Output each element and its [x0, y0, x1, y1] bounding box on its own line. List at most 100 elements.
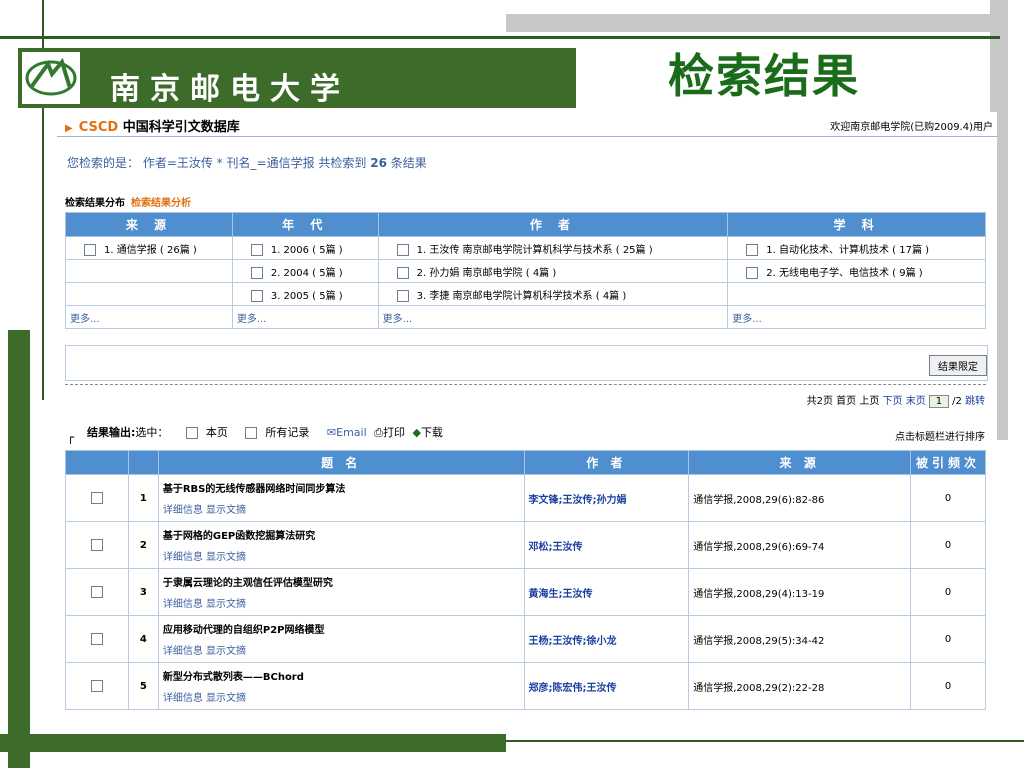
row-title-cell: 基于RBS的无线传感器网络时间同步算法 详细信息 显示文摘	[157, 474, 525, 522]
detail-link[interactable]: 详细信息	[163, 693, 203, 704]
row-title-cell: 新型分布式散列表——BChord 详细信息 显示文摘	[157, 662, 525, 710]
row-title[interactable]: 于隶属云理论的主观信任评估模型研究	[163, 574, 523, 589]
header-source[interactable]: 来 源	[688, 450, 912, 475]
abstract-link[interactable]: 显示文摘	[206, 646, 246, 657]
header-num-col	[127, 450, 159, 475]
next-page-link[interactable]: 下页	[883, 396, 903, 407]
row-authors[interactable]: 郑彦;陈宏伟;王汝传	[523, 662, 690, 710]
row-checkbox[interactable]	[90, 586, 103, 598]
row-title[interactable]: 基于网格的GEP函数挖掘算法研究	[163, 527, 523, 542]
row-cited: 0	[910, 568, 986, 616]
facet-header-subject[interactable]: 学 科	[727, 212, 986, 237]
more-link[interactable]: 更多...	[383, 314, 413, 325]
output-bar: ┌ 结果输出:选中： 本页 所有记录 ✉Email ⎙打印 ◆下载	[65, 424, 443, 444]
detail-link[interactable]: 详细信息	[163, 646, 203, 657]
email-link[interactable]: Email	[336, 426, 367, 439]
left-green-bar	[8, 330, 30, 768]
header-cited[interactable]: 被引频次	[910, 450, 986, 475]
page-input[interactable]: 1	[928, 395, 950, 408]
limit-results-button[interactable]: 结果限定	[929, 355, 987, 376]
database-bar: ▶ CSCD 中国科学引文数据库 欢迎南京邮电学院(已购2009.4)用户	[57, 112, 997, 137]
header-title[interactable]: 题 名	[157, 450, 525, 475]
checkbox[interactable]	[250, 243, 263, 256]
row-select	[65, 521, 129, 569]
detail-link[interactable]: 详细信息	[163, 552, 203, 563]
last-page-link[interactable]: 末页	[906, 396, 926, 407]
result-count: 26	[370, 156, 387, 170]
facet-year-2: 2. 2004 ( 5篇 )	[231, 259, 379, 283]
row-checkbox[interactable]	[90, 539, 103, 551]
checkbox[interactable]	[250, 289, 263, 302]
row-title[interactable]: 应用移动代理的自组织P2P网络模型	[163, 621, 523, 636]
facet-author-2: 2. 孙力娟 南京邮电学院 ( 4篇 )	[377, 259, 729, 283]
checkbox[interactable]	[396, 243, 409, 256]
facet-table: 来 源 年 代 作 者 学 科 1. 通信学报 ( 26篇 ) 1. 2006 …	[65, 212, 986, 329]
all-records-label: 所有记录	[265, 426, 310, 439]
more-link[interactable]: 更多...	[237, 314, 267, 325]
row-number: 4	[127, 615, 159, 663]
select-label: 选中：	[135, 426, 169, 439]
row-authors[interactable]: 邓松;王汝传	[523, 521, 690, 569]
prev-page-link[interactable]: 上页	[859, 396, 879, 407]
this-page-label: 本页	[205, 426, 228, 439]
pager: 共2页 首页 上页 下页 末页 1/2 跳转	[807, 392, 985, 408]
top-thin-line	[0, 36, 1000, 39]
row-source: 通信学报,2008,29(6):82-86	[688, 474, 912, 522]
row-checkbox[interactable]	[90, 492, 103, 504]
corner-arrow-icon: ┌	[67, 430, 75, 444]
print-icon[interactable]: ⎙	[374, 426, 383, 439]
first-page-link[interactable]: 首页	[836, 396, 856, 407]
checkbox[interactable]	[746, 266, 759, 279]
row-checkbox[interactable]	[90, 680, 103, 692]
checkbox[interactable]	[396, 289, 409, 302]
row-title[interactable]: 新型分布式散列表——BChord	[163, 668, 523, 683]
download-icon[interactable]: ◆	[412, 426, 420, 439]
table-row: 4 应用移动代理的自组织P2P网络模型 详细信息 显示文摘 王杨;王汝传;徐小龙…	[65, 615, 986, 663]
checkbox[interactable]	[84, 243, 96, 256]
header-authors[interactable]: 作 者	[523, 450, 690, 475]
output-label: 结果输出:	[87, 426, 136, 439]
facet-header-year[interactable]: 年 代	[231, 212, 379, 237]
checkbox[interactable]	[746, 243, 759, 256]
checkbox[interactable]	[396, 266, 409, 279]
row-title-cell: 于隶属云理论的主观信任评估模型研究 详细信息 显示文摘	[157, 568, 525, 616]
row-source: 通信学报,2008,29(6):69-74	[688, 521, 912, 569]
analysis-link[interactable]: 检索结果分析	[131, 198, 191, 209]
facet-header-author[interactable]: 作 者	[377, 212, 729, 237]
facet-header-source[interactable]: 来 源	[65, 212, 233, 237]
abstract-link[interactable]: 显示文摘	[206, 552, 246, 563]
abstract-link[interactable]: 显示文摘	[206, 505, 246, 516]
facet-subject-empty	[727, 282, 986, 306]
cscd-search-panel: ▶ CSCD 中国科学引文数据库 欢迎南京邮电学院(已购2009.4)用户 您检索…	[57, 112, 997, 722]
row-select	[65, 662, 129, 710]
row-checkbox[interactable]	[90, 633, 103, 645]
abstract-link[interactable]: 显示文摘	[206, 599, 246, 610]
row-title[interactable]: 基于RBS的无线传感器网络时间同步算法	[163, 480, 523, 495]
results-table: 题 名 作 者 来 源 被引频次 1 基于RBS的无线传感器网络时间同步算法 详…	[65, 450, 986, 710]
detail-link[interactable]: 详细信息	[163, 599, 203, 610]
facet-more-cell: 更多...	[377, 305, 729, 329]
database-title: ▶ CSCD 中国科学引文数据库	[65, 116, 240, 135]
row-source: 通信学报,2008,29(2):22-28	[688, 662, 912, 710]
print-link[interactable]: 打印	[383, 426, 405, 439]
download-link[interactable]: 下载	[421, 426, 443, 439]
row-authors[interactable]: 黄海生;王汝传	[523, 568, 690, 616]
email-icon[interactable]: ✉	[327, 426, 336, 439]
university-name: 南京邮电大学	[110, 72, 350, 107]
checkbox[interactable]	[250, 266, 263, 279]
bottom-green-bar	[0, 734, 506, 752]
distribution-label: 检索结果分布 检索结果分析	[65, 194, 191, 209]
row-authors[interactable]: 李文锋;王汝传;孙力娟	[523, 474, 690, 522]
facet-label: 3. 2005 ( 5篇 )	[270, 290, 343, 302]
this-page-checkbox[interactable]	[185, 427, 198, 439]
abstract-link[interactable]: 显示文摘	[206, 693, 246, 704]
detail-link[interactable]: 详细信息	[163, 505, 203, 516]
jump-link[interactable]: 跳转	[965, 396, 985, 407]
more-link[interactable]: 更多...	[732, 314, 762, 325]
page-of: /2	[952, 396, 962, 407]
total-pages: 共2页	[806, 396, 833, 407]
all-records-checkbox[interactable]	[245, 427, 258, 439]
more-link[interactable]: 更多...	[70, 314, 100, 325]
row-number: 3	[127, 568, 159, 616]
row-authors[interactable]: 王杨;王汝传;徐小龙	[523, 615, 690, 663]
